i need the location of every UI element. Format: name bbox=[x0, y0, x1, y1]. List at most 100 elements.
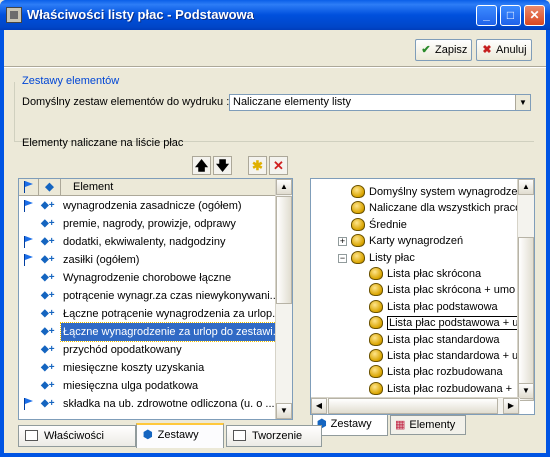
users-group-icon bbox=[351, 185, 365, 198]
move-up-button[interactable]: 🡅 bbox=[192, 156, 211, 175]
table-row[interactable]: ◆+ Łączne potrącenie wynagrodzenia za url… bbox=[19, 305, 281, 323]
flag-icon bbox=[21, 235, 35, 249]
tree-item[interactable]: Lista płac rozbudowana + bbox=[369, 381, 512, 397]
element-name: premie, nagrody, prowizje, odprawy bbox=[63, 218, 236, 230]
tree-item[interactable]: Lista płac podstawowa + u bbox=[369, 315, 521, 331]
scroll-down-button[interactable]: ▼ bbox=[276, 403, 292, 419]
table-row[interactable]: ◆+ premie, nagrody, prowizje, odprawy bbox=[19, 215, 276, 233]
table-row[interactable]: ◆+ dodatki, ekwiwalenty, nadgodziny bbox=[19, 233, 276, 251]
elements-label: Elementy naliczane na liście płac bbox=[22, 137, 184, 149]
delete-button[interactable]: ✕ bbox=[269, 156, 288, 175]
save-button-label: Zapisz bbox=[435, 44, 468, 56]
tree-item-label: Karty wynagrodzeń bbox=[369, 235, 464, 248]
checkmark-icon: ✔ bbox=[421, 44, 431, 56]
cancel-button[interactable]: ✖ Anuluj bbox=[476, 39, 532, 61]
scroll-up-button[interactable]: ▲ bbox=[276, 179, 292, 195]
new-button[interactable]: ✱ bbox=[248, 156, 267, 175]
element-column-header[interactable]: Element bbox=[61, 179, 276, 196]
default-set-select[interactable]: Naliczane elementy listy ▼ bbox=[229, 94, 531, 111]
tree-item[interactable]: Listy płac bbox=[351, 250, 415, 266]
table-row[interactable]: ◆+ miesięczna ulga podatkowa bbox=[19, 377, 276, 395]
table-row[interactable]: ◆+ Łączne wynagrodzenie za urlop do zesta… bbox=[19, 322, 285, 342]
users-group-icon bbox=[351, 250, 365, 264]
cancel-icon: ✖ bbox=[482, 44, 492, 56]
table-row[interactable]: ◆+ składka na ub. zdrowotne odliczona (u.… bbox=[19, 395, 276, 413]
delete-icon: ✕ bbox=[273, 158, 284, 173]
element-name: Wynagrodzenie chorobowe łączne bbox=[63, 272, 232, 284]
expand-icon[interactable]: + bbox=[338, 237, 347, 247]
tab-tworzenie-label: Tworzenie bbox=[252, 430, 303, 442]
element-node-icon: ◆+ bbox=[41, 362, 55, 373]
tab-wlasciwosci-label: Właściwości bbox=[44, 430, 104, 442]
title-bar[interactable]: Właściwości listy płac - Podstawowa _ □ … bbox=[0, 0, 550, 30]
users-group-icon bbox=[369, 381, 383, 395]
tree-item[interactable]: Lista płac standardowa + u bbox=[369, 348, 518, 364]
grid-rows: ◆+ wynagrodzenia zasadnicze (ogółem) ◆+ pre… bbox=[19, 197, 285, 413]
element-name: Łączne wynagrodzenie za urlop do zestawi… bbox=[60, 322, 285, 342]
tab-tworzenie[interactable]: Tworzenie bbox=[226, 425, 322, 447]
elements-grid[interactable]: ◆ Element ◆+ wynagrodzenia zasadnicze (og… bbox=[18, 178, 293, 420]
scroll-right-button[interactable]: ▶ bbox=[503, 398, 519, 414]
element-name: dodatki, ekwiwalenty, nadgodziny bbox=[63, 236, 226, 248]
table-row[interactable]: ◆+ zasiłki (ogółem) bbox=[19, 251, 276, 269]
sets-tree[interactable]: Domyślny system wynagrodzeń Naliczane dla… bbox=[310, 178, 535, 415]
move-down-button[interactable]: 🡇 bbox=[213, 156, 232, 175]
element-name: wynagrodzenia zasadnicze (ogółem) bbox=[63, 200, 242, 212]
element-name: potrącenie wynagr.za czas niewykonywani.… bbox=[63, 290, 279, 302]
grid-vertical-scrollbar[interactable]: ▲ ▼ bbox=[275, 179, 292, 419]
tree-scroll-down-button[interactable]: ▼ bbox=[518, 383, 534, 399]
tree-vertical-scrollbar[interactable]: ▲ ▼ bbox=[517, 179, 534, 401]
element-name: Łączne potrącenie wynagrodzenia za urlop… bbox=[63, 308, 282, 320]
collapse-icon[interactable]: − bbox=[338, 253, 347, 263]
tree-item[interactable]: Lista płac standardowa bbox=[369, 332, 500, 348]
scrollbar-thumb[interactable] bbox=[276, 196, 292, 304]
tree-item[interactable]: Domyślny system wynagrodzeń bbox=[351, 184, 524, 200]
tree-item-label: Lista płac skrócona + umo bbox=[387, 284, 516, 297]
tab-zestawy[interactable]: ⬢ Zestawy bbox=[136, 423, 224, 448]
element-node-icon: ◆+ bbox=[41, 254, 55, 265]
close-button[interactable]: ✕ bbox=[524, 5, 545, 26]
tree-item[interactable]: Naliczane dla wszystkich praco bbox=[351, 200, 521, 216]
flag-column-header[interactable] bbox=[19, 179, 39, 196]
window-title: Właściwości listy płac - Podstawowa bbox=[27, 7, 254, 22]
document-icon bbox=[233, 430, 246, 441]
table-row[interactable]: ◆+ miesięczne koszty uzyskania bbox=[19, 359, 276, 377]
tree-item[interactable]: Lista płac podstawowa bbox=[369, 299, 498, 315]
grid-header: ◆ Element bbox=[19, 179, 276, 196]
scroll-left-button[interactable]: ◀ bbox=[311, 398, 327, 414]
element-name: zasiłki (ogółem) bbox=[63, 254, 140, 266]
element-node-icon: ◆+ bbox=[41, 200, 55, 211]
element-name: miesięczne koszty uzyskania bbox=[63, 362, 205, 374]
save-button[interactable]: ✔ Zapisz bbox=[415, 39, 472, 61]
maximize-button[interactable]: □ bbox=[500, 5, 521, 26]
cancel-button-label: Anuluj bbox=[496, 44, 527, 56]
table-row[interactable]: ◆+ przychód opodatkowany bbox=[19, 341, 276, 359]
users-group-icon bbox=[369, 349, 383, 362]
type-column-header[interactable]: ◆ bbox=[39, 179, 61, 196]
tree-scroll-up-button[interactable]: ▲ bbox=[518, 179, 534, 195]
tree-hscroll-thumb[interactable] bbox=[328, 398, 498, 414]
tree-item[interactable]: Średnie bbox=[351, 217, 407, 233]
tree-item[interactable]: Lista płac rozbudowana bbox=[369, 364, 503, 380]
element-node-icon: ◆+ bbox=[41, 290, 55, 301]
table-row[interactable]: ◆+ Wynagrodzenie chorobowe łączne bbox=[19, 269, 276, 287]
minimize-button[interactable]: _ bbox=[476, 5, 497, 26]
table-row[interactable]: ◆+ potrącenie wynagr.za czas niewykonywan… bbox=[19, 287, 279, 305]
flag-icon bbox=[21, 397, 35, 411]
tree-item-label: Lista płac standardowa + u bbox=[387, 350, 519, 362]
table-row[interactable]: ◆+ wynagrodzenia zasadnicze (ogółem) bbox=[19, 197, 276, 215]
tree-item[interactable]: Karty wynagrodzeń bbox=[351, 233, 463, 249]
default-set-label: Domyślny zestaw elementów do wydruku : bbox=[22, 96, 230, 108]
main-tabs: Właściwości ⬢ Zestawy Tworzenie bbox=[14, 423, 544, 449]
chevron-down-icon[interactable]: ▼ bbox=[515, 95, 530, 110]
tree-scrollbar-thumb[interactable] bbox=[518, 237, 534, 401]
tree-item-label: Lista płac standardowa bbox=[387, 333, 500, 346]
tree-horizontal-scrollbar[interactable]: ◀ ▶ bbox=[311, 397, 520, 414]
tab-wlasciwosci[interactable]: Właściwości bbox=[18, 425, 136, 447]
tree-item[interactable]: Lista płac skrócona bbox=[369, 266, 481, 282]
users-group-icon bbox=[369, 267, 383, 280]
tree-item-label: Lista płac rozbudowana bbox=[387, 366, 503, 379]
tree-item[interactable]: Lista płac skrócona + umo bbox=[369, 282, 515, 298]
default-set-value: Naliczane elementy listy bbox=[233, 96, 351, 108]
element-node-icon: ◆+ bbox=[41, 236, 55, 247]
